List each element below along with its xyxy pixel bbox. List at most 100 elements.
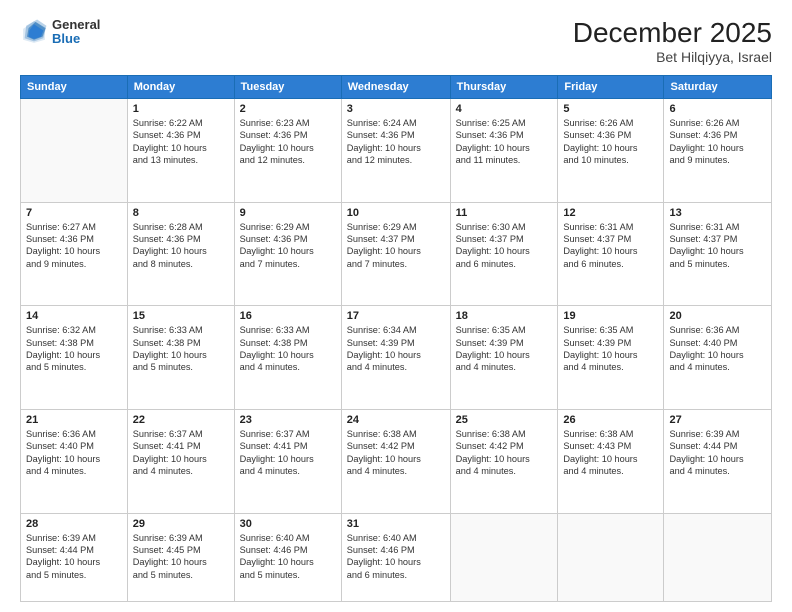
day-number: 10 xyxy=(347,207,445,219)
calendar-cell: 21 Sunrise: 6:36 AM Sunset: 4:40 PM Dayli… xyxy=(21,409,128,513)
day-info: Sunrise: 6:31 AM Sunset: 4:37 PM Dayligh… xyxy=(563,221,658,271)
col-thursday: Thursday xyxy=(450,75,558,98)
calendar-cell xyxy=(664,513,772,601)
calendar-cell: 8 Sunrise: 6:28 AM Sunset: 4:36 PM Daylig… xyxy=(127,202,234,306)
logo: General Blue xyxy=(20,18,100,47)
logo-text: General Blue xyxy=(52,18,100,47)
day-info: Sunrise: 6:39 AM Sunset: 4:44 PM Dayligh… xyxy=(26,532,122,582)
col-monday: Monday xyxy=(127,75,234,98)
calendar-cell: 29Sunrise: 6:39 AM Sunset: 4:45 PM Dayli… xyxy=(127,513,234,601)
day-info: Sunrise: 6:35 AM Sunset: 4:39 PM Dayligh… xyxy=(563,324,658,374)
day-number: 9 xyxy=(240,207,336,219)
calendar-cell: 15Sunrise: 6:33 AM Sunset: 4:38 PM Dayli… xyxy=(127,306,234,410)
calendar-cell: 31Sunrise: 6:40 AM Sunset: 4:46 PM Dayli… xyxy=(341,513,450,601)
day-number: 2 xyxy=(240,103,336,115)
col-saturday: Saturday xyxy=(664,75,772,98)
calendar-cell: 5 Sunrise: 6:26 AM Sunset: 4:36 PM Daylig… xyxy=(558,98,664,202)
day-info: Sunrise: 6:37 AM Sunset: 4:41 PM Dayligh… xyxy=(133,428,229,478)
calendar-cell: 17Sunrise: 6:34 AM Sunset: 4:39 PM Dayli… xyxy=(341,306,450,410)
day-number: 21 xyxy=(26,414,122,426)
day-number: 18 xyxy=(456,310,553,322)
day-number: 22 xyxy=(133,414,229,426)
weekday-header-row: Sunday Monday Tuesday Wednesday Thursday… xyxy=(21,75,772,98)
col-tuesday: Tuesday xyxy=(234,75,341,98)
calendar: Sunday Monday Tuesday Wednesday Thursday… xyxy=(20,75,772,602)
day-info: Sunrise: 6:23 AM Sunset: 4:36 PM Dayligh… xyxy=(240,117,336,167)
calendar-cell: 2 Sunrise: 6:23 AM Sunset: 4:36 PM Daylig… xyxy=(234,98,341,202)
calendar-cell: 18 Sunrise: 6:35 AM Sunset: 4:39 PM Dayli… xyxy=(450,306,558,410)
day-info: Sunrise: 6:31 AM Sunset: 4:37 PM Dayligh… xyxy=(669,221,766,271)
day-info: Sunrise: 6:30 AM Sunset: 4:37 PM Dayligh… xyxy=(456,221,553,271)
day-info: Sunrise: 6:39 AM Sunset: 4:44 PM Dayligh… xyxy=(669,428,766,478)
day-info: Sunrise: 6:29 AM Sunset: 4:37 PM Dayligh… xyxy=(347,221,445,271)
day-number: 11 xyxy=(456,207,553,219)
calendar-cell: 13 Sunrise: 6:31 AM Sunset: 4:37 PM Dayli… xyxy=(664,202,772,306)
day-number: 24 xyxy=(347,414,445,426)
calendar-cell: 6 Sunrise: 6:26 AM Sunset: 4:36 PM Daylig… xyxy=(664,98,772,202)
calendar-cell xyxy=(21,98,128,202)
calendar-week-1: 1Sunrise: 6:22 AM Sunset: 4:36 PM Daylig… xyxy=(21,98,772,202)
day-info: Sunrise: 6:25 AM Sunset: 4:36 PM Dayligh… xyxy=(456,117,553,167)
day-info: Sunrise: 6:36 AM Sunset: 4:40 PM Dayligh… xyxy=(26,428,122,478)
day-info: Sunrise: 6:38 AM Sunset: 4:43 PM Dayligh… xyxy=(563,428,658,478)
day-info: Sunrise: 6:40 AM Sunset: 4:46 PM Dayligh… xyxy=(240,532,336,582)
calendar-cell: 9 Sunrise: 6:29 AM Sunset: 4:36 PM Daylig… xyxy=(234,202,341,306)
header: General Blue December 2025 Bet Hilqiyya,… xyxy=(20,18,772,65)
calendar-cell: 10 Sunrise: 6:29 AM Sunset: 4:37 PM Dayli… xyxy=(341,202,450,306)
calendar-cell: 1Sunrise: 6:22 AM Sunset: 4:36 PM Daylig… xyxy=(127,98,234,202)
calendar-week-4: 21 Sunrise: 6:36 AM Sunset: 4:40 PM Dayli… xyxy=(21,409,772,513)
day-number: 8 xyxy=(133,207,229,219)
day-info: Sunrise: 6:29 AM Sunset: 4:36 PM Dayligh… xyxy=(240,221,336,271)
calendar-cell xyxy=(558,513,664,601)
day-number: 17 xyxy=(347,310,445,322)
day-number: 13 xyxy=(669,207,766,219)
day-number: 14 xyxy=(26,310,122,322)
calendar-cell: 14 Sunrise: 6:32 AM Sunset: 4:38 PM Dayli… xyxy=(21,306,128,410)
day-info: Sunrise: 6:33 AM Sunset: 4:38 PM Dayligh… xyxy=(240,324,336,374)
day-number: 7 xyxy=(26,207,122,219)
calendar-cell: 26 Sunrise: 6:38 AM Sunset: 4:43 PM Dayli… xyxy=(558,409,664,513)
logo-blue-text: Blue xyxy=(52,32,100,46)
day-number: 6 xyxy=(669,103,766,115)
calendar-cell: 7 Sunrise: 6:27 AM Sunset: 4:36 PM Daylig… xyxy=(21,202,128,306)
calendar-cell: 3Sunrise: 6:24 AM Sunset: 4:36 PM Daylig… xyxy=(341,98,450,202)
day-number: 28 xyxy=(26,518,122,530)
calendar-body: 1Sunrise: 6:22 AM Sunset: 4:36 PM Daylig… xyxy=(21,98,772,601)
day-number: 26 xyxy=(563,414,658,426)
day-info: Sunrise: 6:35 AM Sunset: 4:39 PM Dayligh… xyxy=(456,324,553,374)
day-number: 16 xyxy=(240,310,336,322)
day-number: 31 xyxy=(347,518,445,530)
month-year: December 2025 xyxy=(573,18,772,49)
day-number: 3 xyxy=(347,103,445,115)
day-info: Sunrise: 6:27 AM Sunset: 4:36 PM Dayligh… xyxy=(26,221,122,271)
calendar-cell: 16 Sunrise: 6:33 AM Sunset: 4:38 PM Dayli… xyxy=(234,306,341,410)
day-info: Sunrise: 6:38 AM Sunset: 4:42 PM Dayligh… xyxy=(456,428,553,478)
calendar-header: Sunday Monday Tuesday Wednesday Thursday… xyxy=(21,75,772,98)
calendar-cell: 12Sunrise: 6:31 AM Sunset: 4:37 PM Dayli… xyxy=(558,202,664,306)
day-info: Sunrise: 6:28 AM Sunset: 4:36 PM Dayligh… xyxy=(133,221,229,271)
day-info: Sunrise: 6:26 AM Sunset: 4:36 PM Dayligh… xyxy=(563,117,658,167)
calendar-cell: 27 Sunrise: 6:39 AM Sunset: 4:44 PM Dayli… xyxy=(664,409,772,513)
calendar-cell: 25 Sunrise: 6:38 AM Sunset: 4:42 PM Dayli… xyxy=(450,409,558,513)
calendar-cell: 24 Sunrise: 6:38 AM Sunset: 4:42 PM Dayli… xyxy=(341,409,450,513)
calendar-week-2: 7 Sunrise: 6:27 AM Sunset: 4:36 PM Daylig… xyxy=(21,202,772,306)
day-info: Sunrise: 6:37 AM Sunset: 4:41 PM Dayligh… xyxy=(240,428,336,478)
day-info: Sunrise: 6:38 AM Sunset: 4:42 PM Dayligh… xyxy=(347,428,445,478)
calendar-cell: 4 Sunrise: 6:25 AM Sunset: 4:36 PM Daylig… xyxy=(450,98,558,202)
day-number: 25 xyxy=(456,414,553,426)
day-number: 23 xyxy=(240,414,336,426)
day-number: 19 xyxy=(563,310,658,322)
logo-icon xyxy=(20,18,48,46)
page: General Blue December 2025 Bet Hilqiyya,… xyxy=(0,0,792,612)
day-number: 20 xyxy=(669,310,766,322)
day-info: Sunrise: 6:26 AM Sunset: 4:36 PM Dayligh… xyxy=(669,117,766,167)
calendar-cell: 23 Sunrise: 6:37 AM Sunset: 4:41 PM Dayli… xyxy=(234,409,341,513)
day-number: 4 xyxy=(456,103,553,115)
day-info: Sunrise: 6:22 AM Sunset: 4:36 PM Dayligh… xyxy=(133,117,229,167)
logo-general-text: General xyxy=(52,18,100,32)
day-number: 27 xyxy=(669,414,766,426)
day-number: 5 xyxy=(563,103,658,115)
calendar-cell: 20Sunrise: 6:36 AM Sunset: 4:40 PM Dayli… xyxy=(664,306,772,410)
day-info: Sunrise: 6:32 AM Sunset: 4:38 PM Dayligh… xyxy=(26,324,122,374)
col-sunday: Sunday xyxy=(21,75,128,98)
